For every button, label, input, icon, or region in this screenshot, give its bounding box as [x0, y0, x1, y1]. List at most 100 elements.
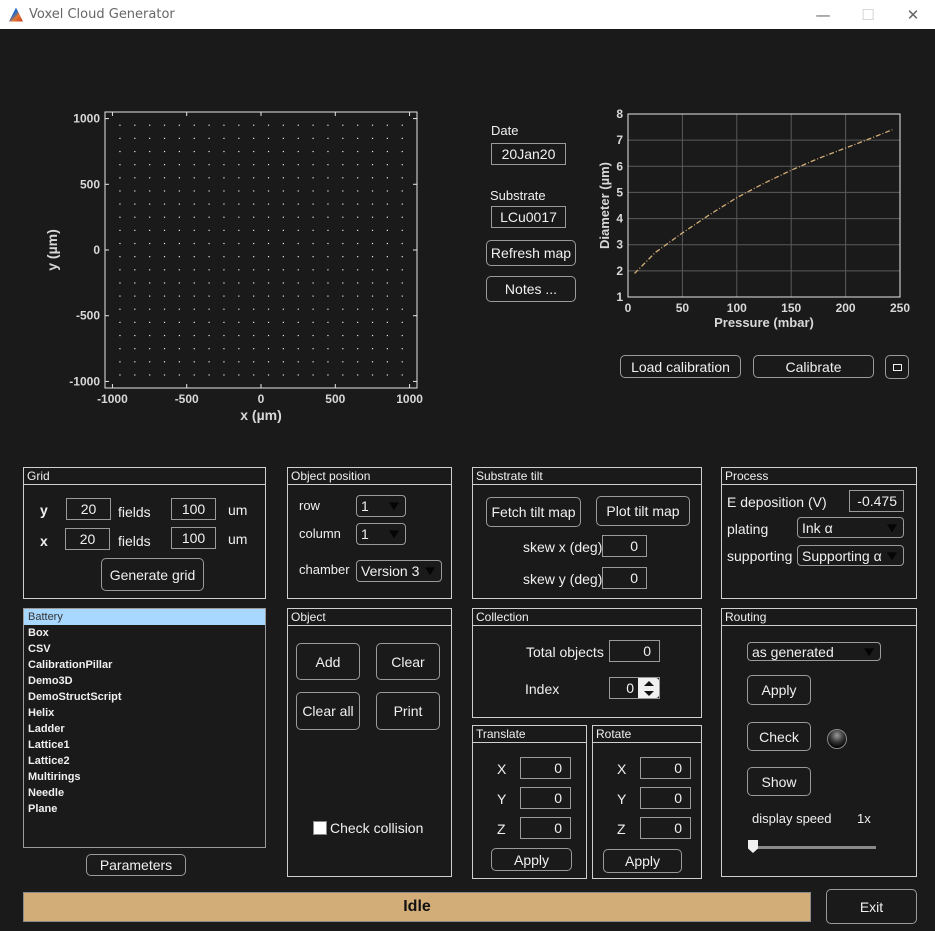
object-type-item[interactable]: Needle — [24, 785, 265, 801]
clear-button[interactable]: Clear — [376, 643, 440, 680]
routing-title: Routing — [722, 609, 916, 626]
popout-button[interactable] — [885, 355, 909, 379]
object-type-item[interactable]: Plane — [24, 801, 265, 817]
display-speed-track[interactable] — [752, 846, 876, 849]
exit-button[interactable]: Exit — [826, 889, 917, 924]
grid-point — [208, 150, 210, 153]
grid-point — [327, 229, 329, 231]
decrement-icon[interactable] — [643, 690, 654, 696]
column-dropdown[interactable]: 1 — [356, 523, 406, 545]
translate-apply-button[interactable]: Apply — [491, 848, 572, 871]
grid-x-um-input[interactable]: 100 — [171, 527, 216, 549]
object-type-item[interactable]: CalibrationPillar — [24, 657, 265, 673]
grid-y-fields-input[interactable]: 20 — [66, 498, 111, 520]
object-type-item[interactable]: Helix — [24, 705, 265, 721]
rotate-y-input[interactable]: 0 — [640, 787, 691, 809]
grid-point — [386, 203, 388, 205]
fetch-tilt-map-button[interactable]: Fetch tilt map — [486, 497, 581, 527]
plot-tilt-map-button[interactable]: Plot tilt map — [596, 496, 690, 526]
increment-icon[interactable] — [643, 680, 654, 686]
grid-point — [149, 203, 151, 205]
chamber-dropdown[interactable]: Version 3 — [356, 560, 442, 582]
notes-button[interactable]: Notes ... — [486, 276, 576, 302]
grid-point — [149, 282, 151, 284]
process-title: Process — [722, 468, 916, 485]
skew-x-input[interactable]: 0 — [602, 535, 647, 557]
maximize-button[interactable]: ☐ — [845, 0, 891, 29]
skew-y-input[interactable]: 0 — [602, 567, 647, 589]
object-type-item[interactable]: Multirings — [24, 769, 265, 785]
grid-x-fields-input[interactable]: 20 — [65, 528, 110, 550]
calibration-chart[interactable]: 0 50 100 150 200 25012345678 Pressure (mbar) … — [590, 100, 920, 340]
refresh-map-button[interactable]: Refresh map — [486, 240, 576, 266]
print-button[interactable]: Print — [376, 692, 440, 730]
row-dropdown[interactable]: 1 — [356, 495, 406, 517]
grid-point — [371, 242, 374, 245]
translate-y-input[interactable]: 0 — [520, 787, 571, 809]
grid-point — [134, 124, 136, 126]
parameters-button[interactable]: Parameters — [86, 854, 186, 876]
load-calibration-button[interactable]: Load calibration — [620, 355, 741, 378]
object-type-list[interactable]: Battery Box CSV CalibrationPillar Demo3D Demo… — [23, 608, 266, 848]
grid-point — [371, 216, 374, 218]
object-type-item[interactable]: Lattice1 — [24, 737, 265, 753]
grid-point — [149, 256, 151, 258]
date-field[interactable]: 20Jan20 — [491, 143, 566, 165]
translate-z-input[interactable]: 0 — [520, 817, 571, 839]
grid-point — [163, 164, 166, 166]
object-type-item[interactable]: CSV — [24, 641, 265, 657]
minimize-button[interactable]: — — [800, 0, 846, 29]
routing-mode-dropdown[interactable]: as generated — [747, 642, 881, 661]
grid-point — [163, 269, 166, 271]
grid-point — [253, 190, 255, 192]
clear-all-button[interactable]: Clear all — [296, 692, 360, 730]
object-type-item[interactable]: Box — [24, 625, 265, 641]
rotate-title: Rotate — [593, 726, 701, 743]
grid-point — [119, 308, 121, 310]
grid-map-chart[interactable]: -1000 -500 0 500 1000 -1000 -500 0 500 1000 x (µm… — [40, 100, 470, 440]
object-type-item[interactable]: DemoStructScript — [24, 689, 265, 705]
object-type-item[interactable]: Battery — [24, 609, 265, 625]
rotate-x-input[interactable]: 0 — [640, 757, 691, 779]
rotate-z-input[interactable]: 0 — [640, 817, 691, 839]
grid-point — [297, 150, 299, 153]
grid-point — [267, 334, 270, 337]
grid-point — [178, 190, 180, 192]
index-stepper[interactable] — [638, 678, 659, 698]
grid-map-axes-frame — [104, 111, 418, 389]
grid-point — [193, 374, 195, 376]
calibrate-button[interactable]: Calibrate — [753, 355, 874, 378]
y-tick-label: -1000 — [69, 374, 100, 388]
grid-point — [297, 229, 299, 231]
close-button[interactable]: ✕ — [890, 0, 935, 29]
grid-point — [386, 361, 388, 363]
grid-point — [149, 190, 151, 192]
supporting-dropdown[interactable]: Supporting α — [797, 545, 904, 566]
grid-point — [371, 361, 374, 363]
translate-x-input[interactable]: 0 — [520, 757, 571, 779]
grid-point — [357, 348, 359, 350]
grid-y-um-input[interactable]: 100 — [171, 498, 216, 520]
e-deposition-input[interactable]: -0.475 — [849, 490, 904, 512]
substrate-field[interactable]: LCu0017 — [491, 206, 566, 228]
grid-point — [134, 295, 136, 297]
check-collision-checkbox[interactable] — [313, 821, 327, 835]
grid-point — [119, 216, 121, 218]
object-type-item[interactable]: Lattice2 — [24, 753, 265, 769]
object-type-item[interactable]: Ladder — [24, 721, 265, 737]
grid-point — [149, 216, 151, 218]
grid-point — [282, 124, 284, 126]
y-tick-label: 6 — [616, 159, 623, 173]
add-button[interactable]: Add — [296, 643, 360, 680]
grid-point — [223, 282, 225, 284]
routing-check-button[interactable]: Check — [747, 722, 811, 751]
routing-apply-button[interactable]: Apply — [747, 675, 811, 705]
grid-point — [208, 321, 210, 323]
grid-point — [149, 295, 151, 297]
grid-point — [267, 137, 270, 139]
object-type-item[interactable]: Demo3D — [24, 673, 265, 689]
plating-dropdown[interactable]: Ink α — [797, 517, 904, 538]
routing-show-button[interactable]: Show — [747, 767, 811, 796]
generate-grid-button[interactable]: Generate grid — [101, 558, 204, 591]
rotate-apply-button[interactable]: Apply — [603, 849, 682, 873]
